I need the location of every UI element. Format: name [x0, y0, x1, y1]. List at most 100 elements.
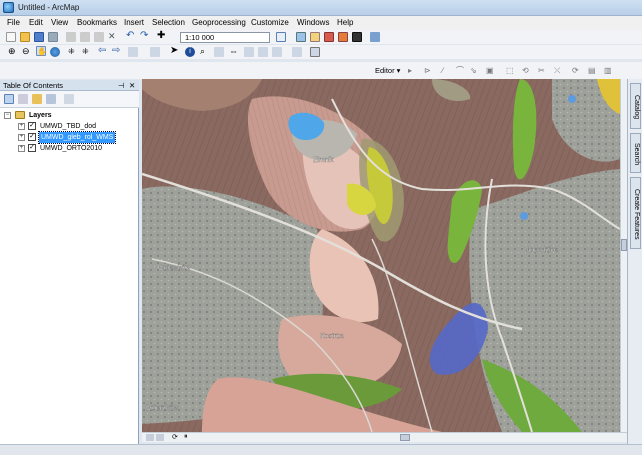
menu-view[interactable]: View — [51, 18, 68, 27]
html-popup-icon[interactable] — [258, 47, 268, 57]
map-horizontal-scrollbar[interactable]: ⟳ ⏸ — [142, 432, 627, 442]
zoom-in-icon[interactable]: ⊕ — [8, 47, 18, 57]
copy-icon[interactable] — [80, 32, 90, 42]
fixed-zoom-in-icon[interactable]: ⁜ — [68, 47, 78, 57]
model-builder-icon[interactable] — [370, 32, 380, 42]
layers-root-label: Layers — [29, 112, 52, 119]
open-folder-icon[interactable] — [20, 32, 30, 42]
layout-view-icon[interactable] — [310, 47, 320, 57]
edit-annotation-icon[interactable]: ⊳ — [424, 66, 434, 76]
layout-view-tab-icon[interactable] — [146, 434, 154, 441]
options-icon[interactable] — [64, 94, 74, 104]
list-by-selection-icon[interactable] — [46, 94, 56, 104]
pin-icon[interactable]: ⊣ — [118, 80, 125, 91]
identify-icon[interactable]: i — [185, 47, 195, 57]
layer-label: UMWD_gleb_rol_WMS — [37, 131, 117, 144]
hyperlink-icon[interactable] — [244, 47, 254, 57]
expand-icon[interactable]: + — [18, 145, 25, 152]
print-icon[interactable] — [48, 32, 58, 42]
cut-icon[interactable] — [66, 32, 76, 42]
pan-hand-icon[interactable]: ✋ — [36, 46, 47, 56]
toc-toolbar — [0, 91, 139, 108]
editor-toolbar: Editor ▾ ▸ ⊳ ∕ ⌒ ⇘ ▣ ⬚ ⟲ ✂ ⤫ ⟳ ▤ ▥ — [0, 62, 642, 79]
editor-dropdown[interactable]: Editor ▾ — [375, 66, 400, 75]
paste-icon[interactable] — [94, 32, 104, 42]
editor-label: Editor — [375, 66, 395, 75]
point-icon[interactable]: ▣ — [486, 66, 496, 76]
layer-visibility-checkbox[interactable]: ✓ — [28, 122, 36, 130]
split-icon[interactable]: ⤫ — [554, 66, 564, 76]
add-data-icon[interactable]: ✚ — [157, 31, 167, 41]
edit-tool-icon[interactable]: ▸ — [408, 66, 418, 76]
menu-help[interactable]: Help — [337, 18, 353, 27]
search-tab[interactable]: Search — [630, 133, 641, 173]
trace-icon[interactable]: ⇘ — [470, 66, 480, 76]
create-features-tab[interactable]: Create Features — [630, 177, 641, 249]
close-icon[interactable]: ✕ — [129, 80, 135, 91]
reshape-icon[interactable]: ⟲ — [522, 66, 532, 76]
list-by-source-icon[interactable] — [18, 94, 28, 104]
menu-selection[interactable]: Selection — [152, 18, 185, 27]
forward-extent-icon[interactable]: ⇨ — [112, 46, 122, 56]
data-view-tab-icon[interactable] — [156, 434, 164, 441]
undo-icon[interactable]: ↶ — [126, 31, 136, 41]
layer-visibility-checkbox[interactable]: ✓ — [28, 144, 36, 152]
delete-icon[interactable]: ✕ — [108, 32, 118, 42]
expand-icon[interactable]: + — [18, 123, 25, 130]
layer-label: UMWD_TBD_dod — [40, 123, 97, 130]
refresh-icon[interactable]: ⟳ — [172, 433, 178, 441]
list-by-drawing-order-icon[interactable] — [4, 94, 14, 104]
find-icon[interactable]: ⌕ — [200, 47, 210, 57]
full-extent-globe-icon[interactable] — [50, 47, 60, 57]
measure-icon[interactable]: ⇔ — [229, 47, 239, 57]
menu-bookmarks[interactable]: Bookmarks — [77, 18, 117, 27]
rotate-icon[interactable]: ⟳ — [572, 66, 582, 76]
menu-windows[interactable]: Windows — [297, 18, 329, 27]
layers-folder-icon — [15, 111, 25, 119]
menu-file[interactable]: File — [7, 18, 20, 27]
attributes-icon[interactable]: ▤ — [588, 66, 598, 76]
pause-drawing-icon[interactable]: ⏸ — [184, 433, 188, 441]
editor-toolbar-icon[interactable] — [276, 32, 286, 42]
collapse-icon[interactable]: − — [4, 112, 11, 119]
menu-geoprocessing[interactable]: Geoprocessing — [192, 18, 246, 27]
search-window-icon[interactable] — [324, 32, 334, 42]
straight-segment-icon[interactable]: ∕ — [442, 66, 452, 76]
redo-icon[interactable]: ↷ — [140, 31, 150, 41]
sketch-properties-icon[interactable]: ▥ — [604, 66, 614, 76]
map-display[interactable]: Zimnik Gniewków Kostrza Nogodzice Dzierz… — [142, 79, 620, 432]
table-of-contents-panel: Table Of Contents ⊣ ✕ − Layers + ✓ UMWD_… — [0, 80, 139, 444]
map-vertical-scrollbar[interactable] — [620, 79, 627, 432]
expand-icon[interactable]: + — [18, 134, 25, 141]
arctoolbox-icon[interactable] — [338, 32, 348, 42]
select-features-icon[interactable] — [128, 47, 138, 57]
menu-customize[interactable]: Customize — [251, 18, 289, 27]
new-document-icon[interactable] — [6, 32, 16, 42]
menu-insert[interactable]: Insert — [124, 18, 144, 27]
cut-polygons-icon[interactable]: ✂ — [538, 66, 548, 76]
place-label-dzierzkow: Dzierzków — [146, 405, 179, 412]
layer-visibility-checkbox[interactable]: ✓ — [28, 133, 36, 141]
catalog-tab[interactable]: Catalog — [630, 83, 641, 129]
scroll-thumb-horizontal[interactable] — [400, 434, 410, 441]
end-point-arc-icon[interactable]: ⌒ — [456, 66, 466, 76]
toc-header: Table Of Contents ⊣ ✕ — [0, 80, 139, 91]
clear-selection-icon[interactable] — [150, 47, 160, 57]
create-viewer-icon[interactable] — [292, 47, 302, 57]
catalog-window-icon[interactable] — [310, 32, 320, 42]
find-route-icon[interactable] — [214, 47, 224, 57]
menu-edit[interactable]: Edit — [29, 18, 43, 27]
select-elements-arrow-icon[interactable]: ➤ — [170, 46, 180, 56]
map-canvas[interactable]: Zimnik Gniewków Kostrza Nogodzice Dzierz… — [142, 79, 620, 432]
fixed-zoom-out-icon[interactable]: ⁜ — [82, 47, 92, 57]
table-of-contents-icon[interactable] — [296, 32, 306, 42]
edit-vertices-icon[interactable]: ⬚ — [506, 66, 516, 76]
time-slider-icon[interactable] — [272, 47, 282, 57]
list-by-visibility-icon[interactable] — [32, 94, 42, 104]
save-icon[interactable] — [34, 32, 44, 42]
back-extent-icon[interactable]: ⇦ — [98, 46, 108, 56]
small-pond — [520, 212, 528, 220]
python-window-icon[interactable] — [352, 32, 362, 42]
zoom-out-icon[interactable]: ⊖ — [22, 47, 32, 57]
map-scale-input[interactable]: 1:10 000 — [180, 32, 270, 43]
